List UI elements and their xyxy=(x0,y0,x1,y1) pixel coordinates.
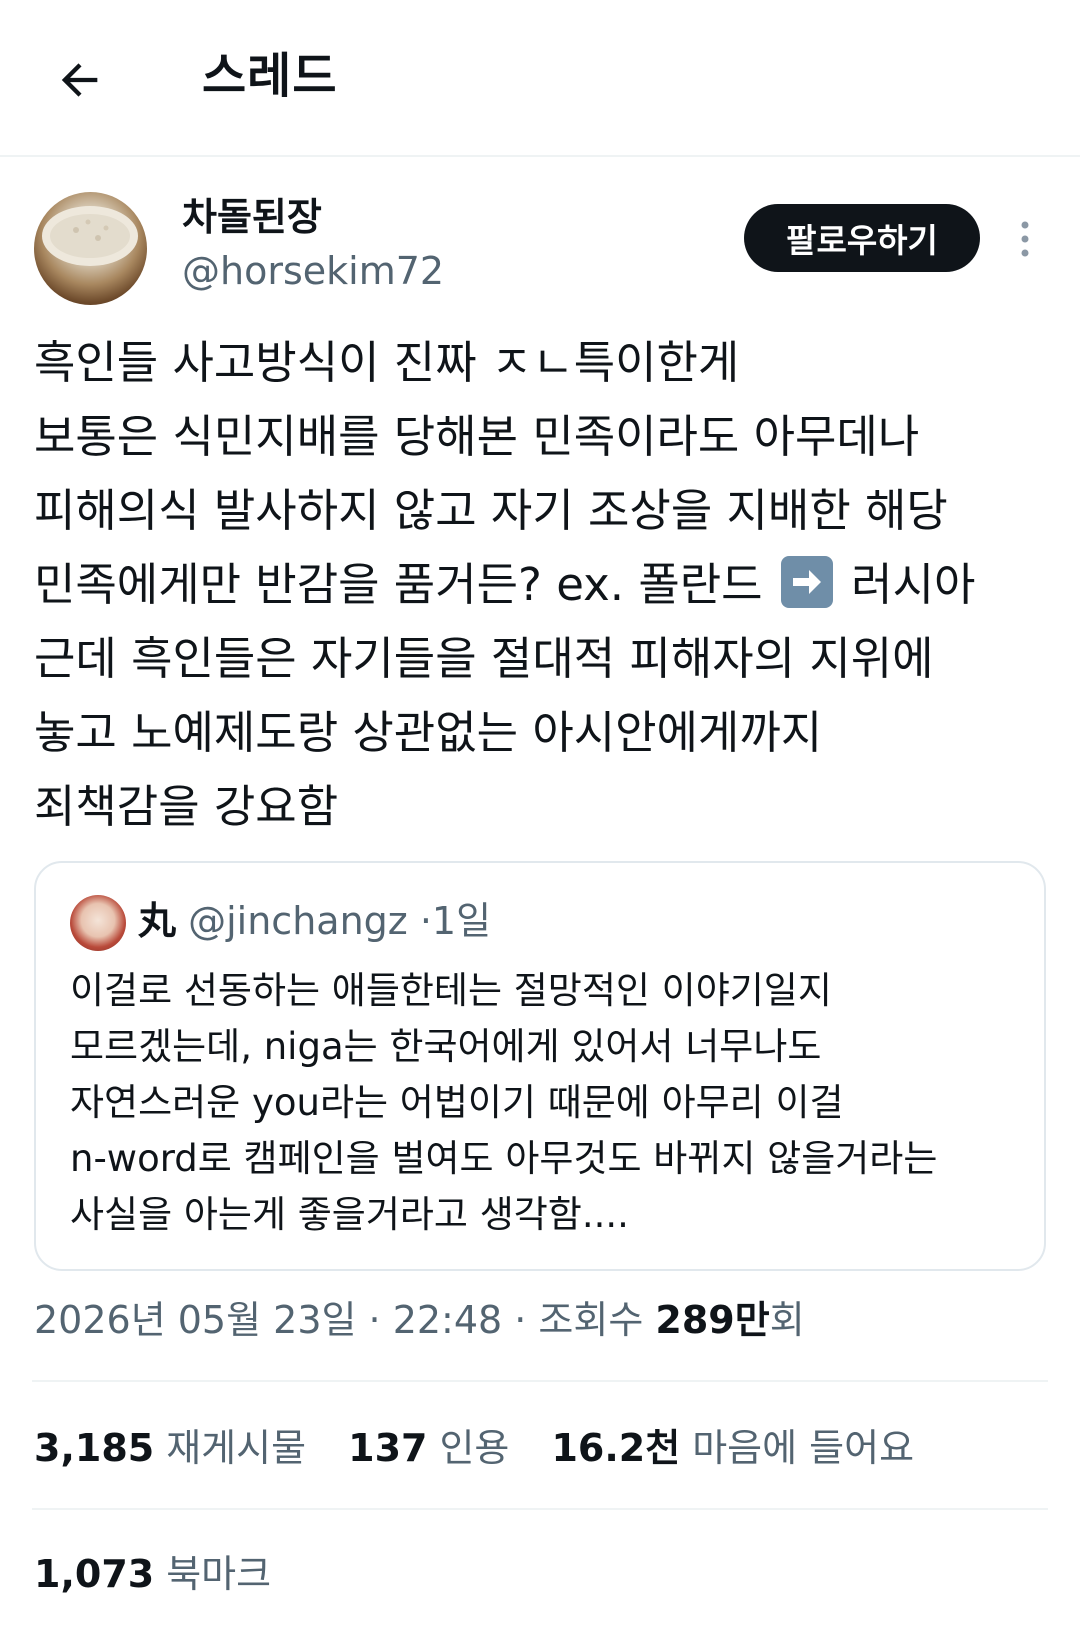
quotes-stat[interactable]: 137 인용 xyxy=(348,1418,509,1478)
quoted-line: 사실을 아는게 좋을거라고 생각함.... xyxy=(70,1193,629,1236)
tweet-line-part: 러시아 xyxy=(851,558,976,611)
tweet-line: 민족에게만 반감을 품거든? ex. 폴란드 러시아 xyxy=(34,548,1044,622)
divider xyxy=(32,1508,1048,1510)
divider xyxy=(32,1380,1048,1382)
bookmarks-count: 1,073 xyxy=(34,1552,155,1596)
tweet-line-part: 민족에게만 반감을 품거든? ex. 폴란드 xyxy=(34,558,763,611)
quoted-separator: · xyxy=(419,899,432,943)
likes-count: 16.2천 xyxy=(551,1426,681,1470)
likes-label: 마음에 들어요 xyxy=(692,1426,915,1470)
page-title: 스레드 xyxy=(202,48,338,104)
quotes-count: 137 xyxy=(348,1426,428,1470)
tweet-line: 흑인들 사고방식이 진짜 ㅈㄴ특이한게 xyxy=(34,336,740,389)
quoted-line: n-word로 캠페인을 벌여도 아무것도 바뀌지 않을거라는 xyxy=(70,1137,938,1180)
avatar-image xyxy=(42,206,138,266)
reposts-count: 3,185 xyxy=(34,1426,155,1470)
datetime-text: 2026년 05월 23일 · 22:48 · 조회수 xyxy=(34,1298,656,1342)
quoted-author-handle: @jinchangz xyxy=(188,899,408,943)
author-name[interactable]: 차돌된장 xyxy=(182,192,322,242)
bookmarks-label: 북마크 xyxy=(166,1552,272,1596)
more-options-button[interactable] xyxy=(1010,214,1040,264)
tweet-text: 흑인들 사고방식이 진짜 ㅈㄴ특이한게 보통은 식민지배를 당해본 민족이라도 … xyxy=(34,326,1044,844)
tweet-line: 피해의식 발사하지 않고 자기 조상을 지배한 해당 xyxy=(34,484,948,537)
quoted-age: 1일 xyxy=(431,899,492,943)
quoted-text: 이걸로 선동하는 애들한테는 절망적인 이야기일지 모르겠는데, niga는 한… xyxy=(70,963,1020,1243)
bookmarks-stat[interactable]: 1,073 북마크 xyxy=(34,1544,271,1604)
quoted-line: 모르겠는데, niga는 한국어에게 있어서 너무나도 xyxy=(70,1025,822,1068)
likes-stat[interactable]: 16.2천 마음에 들어요 xyxy=(551,1418,914,1478)
tweet-timestamp[interactable]: 2026년 05월 23일 · 22:48 · 조회수 289만회 xyxy=(34,1292,805,1348)
top-bar: 스레드 xyxy=(0,0,1080,157)
views-suffix: 회 xyxy=(769,1298,805,1342)
follow-button[interactable]: 팔로우하기 xyxy=(744,204,980,272)
tweet-line: 근데 흑인들은 자기들을 절대적 피해자의 지위에 xyxy=(34,632,934,685)
engagement-stats: 3,185 재게시물 137 인용 16.2천 마음에 들어요 xyxy=(34,1418,944,1478)
views-count: 289만 xyxy=(655,1298,770,1342)
tweet-line: 죄책감을 강요함 xyxy=(34,780,339,833)
more-vertical-icon xyxy=(1021,221,1029,257)
quoted-line: 자연스러운 you라는 어법이기 때문에 아무리 이걸 xyxy=(70,1081,844,1124)
tweet-line: 놓고 노예제도랑 상관없는 아시안에게까지 xyxy=(34,706,823,759)
reposts-label: 재게시물 xyxy=(166,1426,307,1470)
quoted-line: 이걸로 선동하는 애들한테는 절망적인 이야기일지 xyxy=(70,969,832,1012)
right-arrow-emoji xyxy=(780,556,833,608)
back-button[interactable] xyxy=(48,48,112,112)
quoted-author-name: 丸 xyxy=(138,899,177,943)
quoted-avatar[interactable] xyxy=(70,895,126,951)
quoted-tweet-card[interactable]: 丸 @jinchangz ·1일 이걸로 선동하는 애들한테는 절망적인 이야기… xyxy=(34,861,1046,1271)
author-handle[interactable]: @horsekim72 xyxy=(182,246,444,296)
reposts-stat[interactable]: 3,185 재게시물 xyxy=(34,1418,306,1478)
arrow-left-icon xyxy=(61,63,98,97)
avatar[interactable] xyxy=(34,192,147,305)
quoted-header: 丸 @jinchangz ·1일 xyxy=(138,893,491,949)
tweet-line: 보통은 식민지배를 당해본 민족이라도 아무데나 xyxy=(34,410,920,463)
quotes-label: 인용 xyxy=(439,1426,510,1470)
